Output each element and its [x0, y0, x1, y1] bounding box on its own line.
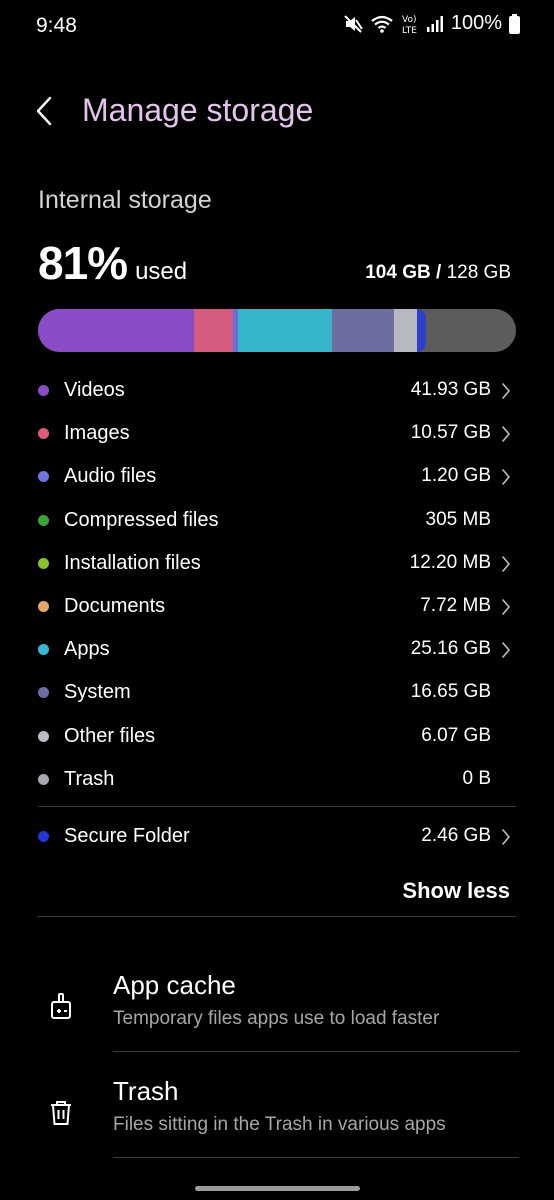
- category-size: 6.07 GB: [421, 724, 491, 746]
- secure-folder-dot: [38, 831, 49, 842]
- category-label: Documents: [64, 594, 166, 617]
- battery-icon: [509, 13, 520, 34]
- category-size: 10.57 GB: [410, 422, 491, 444]
- bar-segment-system: [331, 309, 395, 352]
- signal-icon: [426, 15, 444, 33]
- bar-segment-other-files: [394, 309, 417, 352]
- category-dot: [38, 557, 49, 569]
- category-label: Apps: [64, 638, 110, 661]
- category-size: 0 B: [462, 767, 491, 789]
- chevron-right-icon: [501, 382, 511, 400]
- category-size: 305 MB: [425, 508, 491, 530]
- category-dot: [38, 600, 49, 612]
- category-list: Videos 41.93 GB Images 10.57 GB Audio files 1…: [0, 369, 554, 801]
- total-amount: 128 GB: [446, 262, 511, 283]
- secure-folder-size: 2.46 GB: [421, 825, 491, 846]
- used-percent: 81%: [38, 237, 128, 289]
- svg-text:Vo): Vo): [402, 15, 416, 25]
- category-row-audio-files[interactable]: Audio files 1.20 GB: [0, 455, 554, 498]
- divider: [113, 1051, 519, 1052]
- category-dot: [38, 385, 49, 396]
- chevron-right-icon: [501, 555, 511, 573]
- app-cache-item[interactable]: App cache Temporary files apps use to lo…: [0, 970, 554, 1076]
- chevron-right-icon: [501, 425, 511, 443]
- bar-segment-apps: [237, 309, 332, 352]
- broom-icon: [46, 992, 76, 1022]
- category-row-trash: Trash 0 B: [0, 758, 554, 801]
- category-label: Trash: [64, 767, 115, 790]
- category-row-compressed-files: Compressed files 305 MB: [0, 499, 554, 542]
- status-icons: Vo) LTE 100%: [343, 12, 520, 35]
- app-cache-title: App cache: [113, 970, 236, 1000]
- status-time: 9:48: [36, 14, 77, 37]
- trash-description: Files sitting in the Trash in various ap…: [113, 1114, 446, 1135]
- divider: [38, 806, 516, 807]
- show-less-button[interactable]: Show less: [402, 878, 510, 904]
- category-dot: [38, 730, 49, 742]
- category-label: Compressed files: [64, 508, 219, 531]
- category-dot: [38, 644, 49, 656]
- internal-storage-heading: Internal storage: [38, 186, 212, 214]
- category-label: Images: [64, 422, 130, 445]
- chevron-right-icon: [501, 468, 511, 486]
- home-indicator[interactable]: [195, 1186, 360, 1191]
- category-row-images[interactable]: Images 10.57 GB: [0, 412, 554, 455]
- category-row-videos[interactable]: Videos 41.93 GB: [0, 369, 554, 412]
- app-header: Manage storage: [0, 80, 554, 144]
- svg-text:LTE: LTE: [402, 26, 417, 35]
- category-row-installation-files[interactable]: Installation files 12.20 MB: [0, 542, 554, 585]
- storage-usage-bar: [38, 309, 516, 352]
- wifi-icon: [370, 14, 394, 34]
- battery-percent: 100%: [450, 12, 502, 34]
- used-amounts: 104 GB / 128 GB: [365, 262, 511, 284]
- chevron-right-icon: [501, 641, 511, 659]
- page-title: Manage storage: [82, 92, 314, 128]
- category-row-system: System 16.65 GB: [0, 671, 554, 714]
- category-dot: [38, 773, 49, 785]
- status-bar: 9:48 Vo) LTE 100%: [0, 0, 554, 56]
- bar-segment-images: [193, 309, 233, 352]
- category-label: Audio files: [64, 465, 157, 488]
- volte-icon: Vo) LTE: [401, 13, 419, 35]
- secure-folder-row[interactable]: Secure Folder 2.46 GB: [0, 815, 554, 858]
- used-amount: 104 GB: [365, 262, 431, 283]
- category-label: Other files: [64, 724, 156, 747]
- category-size: 1.20 GB: [421, 465, 491, 487]
- category-label: Videos: [64, 379, 125, 401]
- category-size: 41.93 GB: [410, 379, 491, 400]
- app-cache-description: Temporary files apps use to load faster: [113, 1008, 440, 1029]
- amount-separator: /: [436, 262, 442, 283]
- used-summary: 81% used: [38, 236, 187, 290]
- category-label: Installation files: [64, 551, 201, 574]
- chevron-right-icon: [501, 828, 511, 846]
- chevron-right-icon: [501, 598, 511, 616]
- bar-segment-secure-folder: [416, 309, 426, 352]
- used-label: used: [135, 258, 188, 285]
- trash-icon: [46, 1098, 76, 1128]
- category-dot: [38, 687, 49, 699]
- category-row-documents[interactable]: Documents 7.72 MB: [0, 585, 554, 628]
- bar-segment-videos: [38, 309, 194, 352]
- category-dot: [38, 428, 49, 440]
- category-row-other-files: Other files 6.07 GB: [0, 715, 554, 758]
- category-dot: [38, 514, 49, 526]
- category-dot: [38, 471, 49, 483]
- category-row-apps[interactable]: Apps 25.16 GB: [0, 628, 554, 671]
- category-size: 25.16 GB: [410, 638, 491, 660]
- mute-icon: [343, 14, 363, 34]
- category-size: 7.72 MB: [420, 594, 491, 616]
- category-size: 16.65 GB: [410, 681, 491, 703]
- back-icon[interactable]: [30, 94, 62, 128]
- category-size: 12.20 MB: [409, 551, 491, 573]
- divider: [113, 1157, 519, 1158]
- secure-folder-label: Secure Folder: [64, 825, 190, 847]
- category-label: System: [64, 681, 131, 704]
- trash-title: Trash: [113, 1076, 179, 1106]
- divider: [38, 916, 516, 917]
- trash-item[interactable]: Trash Files sitting in the Trash in vari…: [0, 1076, 554, 1182]
